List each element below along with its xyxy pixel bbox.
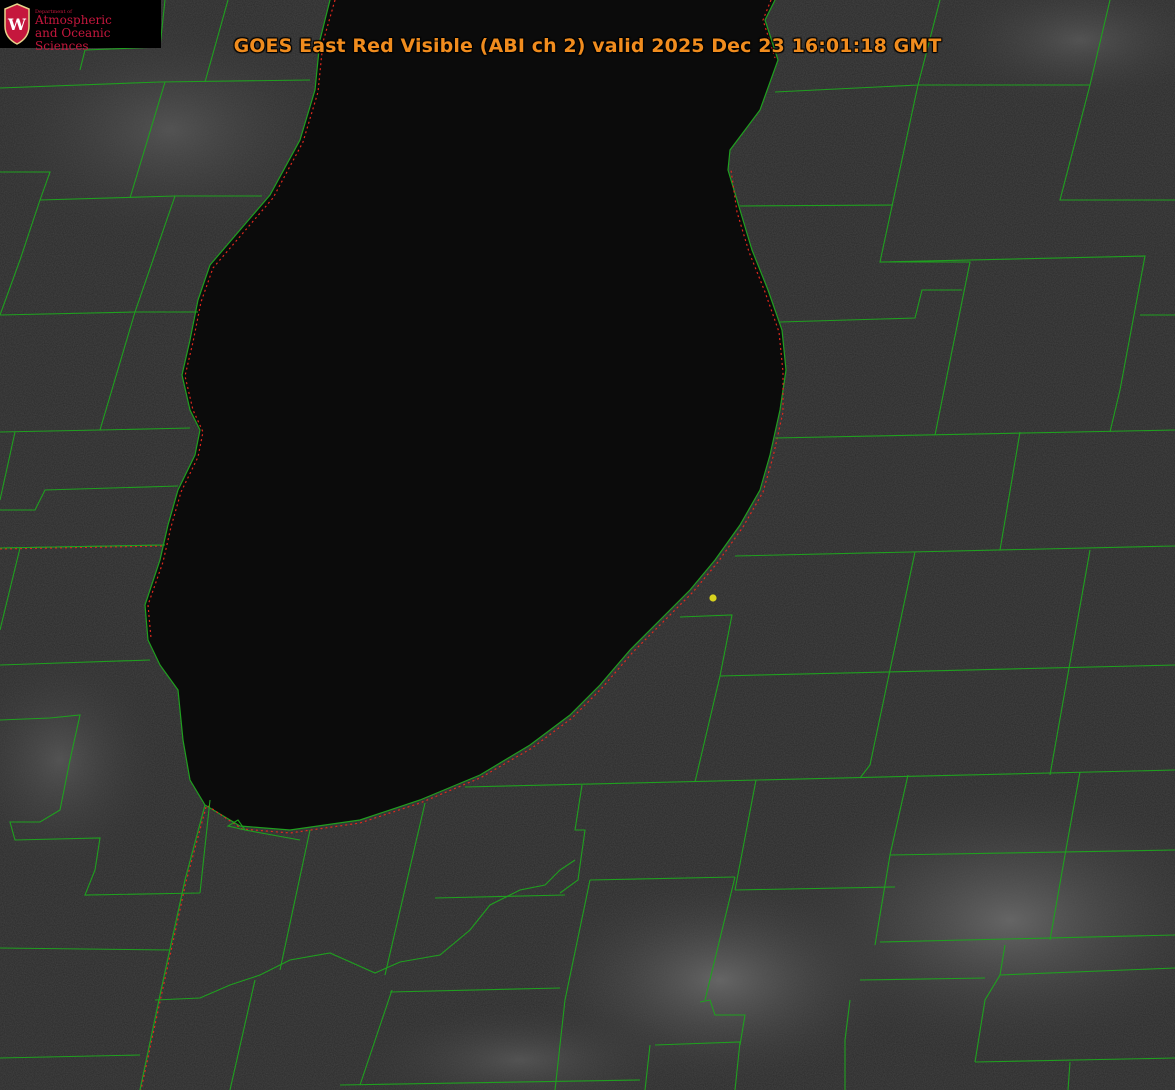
satellite-map[interactable] — [0, 0, 1175, 1090]
image-title: GOES East Red Visible (ABI ch 2) valid 2… — [233, 35, 942, 57]
station-marker[interactable] — [709, 594, 717, 602]
crest-letter: W — [7, 15, 27, 34]
